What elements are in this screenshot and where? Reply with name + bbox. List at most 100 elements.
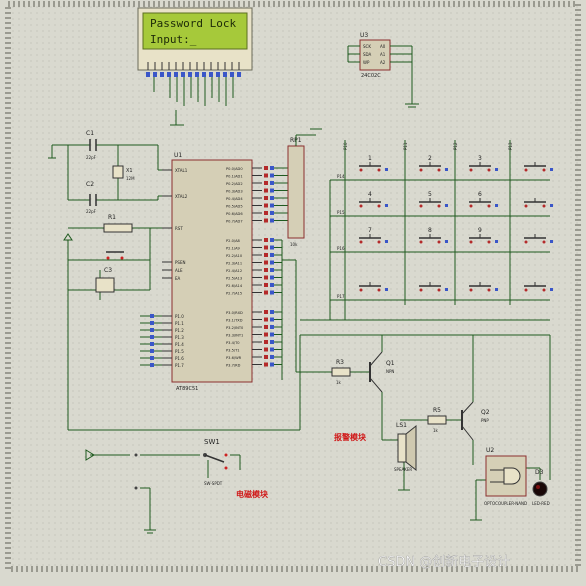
resistor-pack-rp1[interactable]: RP1 10k [287, 137, 305, 247]
key-junction [445, 288, 448, 291]
key-contact [542, 204, 546, 208]
key-junction [385, 240, 388, 243]
pin-marker [264, 260, 268, 265]
pin-marker [270, 340, 274, 344]
pin-marker [264, 211, 268, 215]
lcd-pin-marker [230, 72, 234, 77]
c2-value: 22pF [86, 209, 97, 214]
pin-marker [264, 268, 268, 272]
r3-label: R3 [336, 359, 344, 366]
c2-label: C2 [86, 181, 94, 188]
u1-pin-label: P3.1/TXD [226, 319, 243, 323]
u1-pin-label: EA [175, 276, 181, 281]
watermark-text: CSDN @创新电子设计 [378, 554, 510, 570]
key-contact [359, 204, 363, 208]
pin-marker [270, 188, 274, 193]
key-junction [495, 288, 498, 291]
key-contact [419, 168, 423, 172]
pin-marker [270, 245, 274, 250]
u3-pin-wp: WP [363, 60, 370, 65]
u1-pin-label: P1.6 [175, 356, 184, 361]
x1-label: X1 [126, 168, 133, 174]
u1-pin-label: P3.2/INT0 [226, 326, 244, 330]
keypad-row-label: P14 [337, 174, 345, 179]
pin-marker [270, 218, 274, 223]
r1-label: R1 [108, 214, 116, 221]
u1-pin-label: P2.3/A11 [226, 262, 242, 266]
key-contact [437, 240, 441, 244]
key-junction [495, 204, 498, 207]
d3-part: LED-RED [532, 501, 550, 506]
key-contact [437, 288, 441, 292]
key-junction [385, 168, 388, 171]
pin-marker [150, 349, 154, 353]
key-contact [437, 168, 441, 172]
key-contact [377, 168, 381, 172]
pin-marker [270, 347, 274, 352]
lcd-pin-marker [237, 72, 241, 77]
pin-marker [264, 188, 268, 193]
lcd-pin-marker [223, 72, 227, 77]
pin-marker [270, 283, 274, 287]
schematic-canvas: Password Lock Input:_ U3 24C02C SCK SDA … [0, 0, 586, 581]
key-junction [550, 240, 553, 243]
alarm-module-label: 报警模块 [334, 432, 367, 442]
key-contact [377, 240, 381, 244]
key-label: 3 [478, 155, 482, 162]
key-label: 2 [428, 155, 432, 162]
pin-marker [270, 355, 274, 359]
lcd-module[interactable]: Password Lock Input:_ [137, 7, 253, 77]
key-contact [359, 240, 363, 244]
pin-marker [270, 211, 274, 215]
ls1-part: SPEAKER [394, 467, 412, 472]
pin-marker [270, 310, 274, 314]
key-label: 4 [368, 191, 372, 198]
pin-marker [270, 362, 274, 367]
pin-marker [270, 203, 274, 208]
u1-pin-label: P1.3 [175, 335, 184, 340]
key-contact [542, 288, 546, 292]
u3-part: 24C02C [361, 73, 381, 79]
u3-pin-a2: A2 [380, 60, 386, 65]
keypad-column-label: P12 [453, 142, 458, 150]
u1-pin-label: P1.7 [175, 363, 184, 368]
pin-marker [270, 238, 274, 242]
pin-marker [270, 181, 274, 185]
key-contact [437, 204, 441, 208]
pin-marker [264, 290, 268, 295]
pin-marker [264, 196, 268, 200]
keypad-row-label: P16 [337, 246, 345, 251]
key-contact [377, 204, 381, 208]
u1-pin-label: P2.0/A8 [226, 239, 241, 243]
key-contact [469, 168, 473, 172]
ls1-label: LS1 [396, 422, 407, 429]
pin-marker [264, 325, 268, 329]
pin-marker [270, 196, 274, 200]
pin-marker [150, 314, 154, 318]
r5-value: 1k [433, 428, 439, 433]
key-junction [550, 204, 553, 207]
u3-label: U3 [360, 32, 368, 39]
key-contact [524, 168, 528, 172]
u2-label: U2 [486, 447, 494, 454]
pin-marker [264, 253, 268, 257]
sw1-label: SW1 [204, 438, 220, 446]
lcd-pin-marker [146, 72, 150, 77]
u1-pin-label: P0.2/AD2 [226, 182, 243, 186]
unlock-module-label: 电磁模块 [236, 489, 269, 499]
r5-label: R5 [433, 407, 441, 414]
lcd-pin-marker [202, 72, 206, 77]
key-junction [385, 288, 388, 291]
d3-label: D3 [535, 469, 544, 476]
pin-marker [264, 275, 268, 280]
key-junction [550, 288, 553, 291]
key-contact [487, 240, 491, 244]
u1-pin-label: P0.0/AD0 [226, 167, 243, 171]
pin-marker [264, 238, 268, 242]
u1-pin-label: P2.5/A13 [226, 277, 242, 281]
pin-marker [150, 335, 154, 339]
sw1-part: SW-SPDT [204, 481, 223, 486]
pin-marker [270, 253, 274, 257]
lcd-pin-marker [174, 72, 178, 77]
pin-marker [264, 173, 268, 178]
